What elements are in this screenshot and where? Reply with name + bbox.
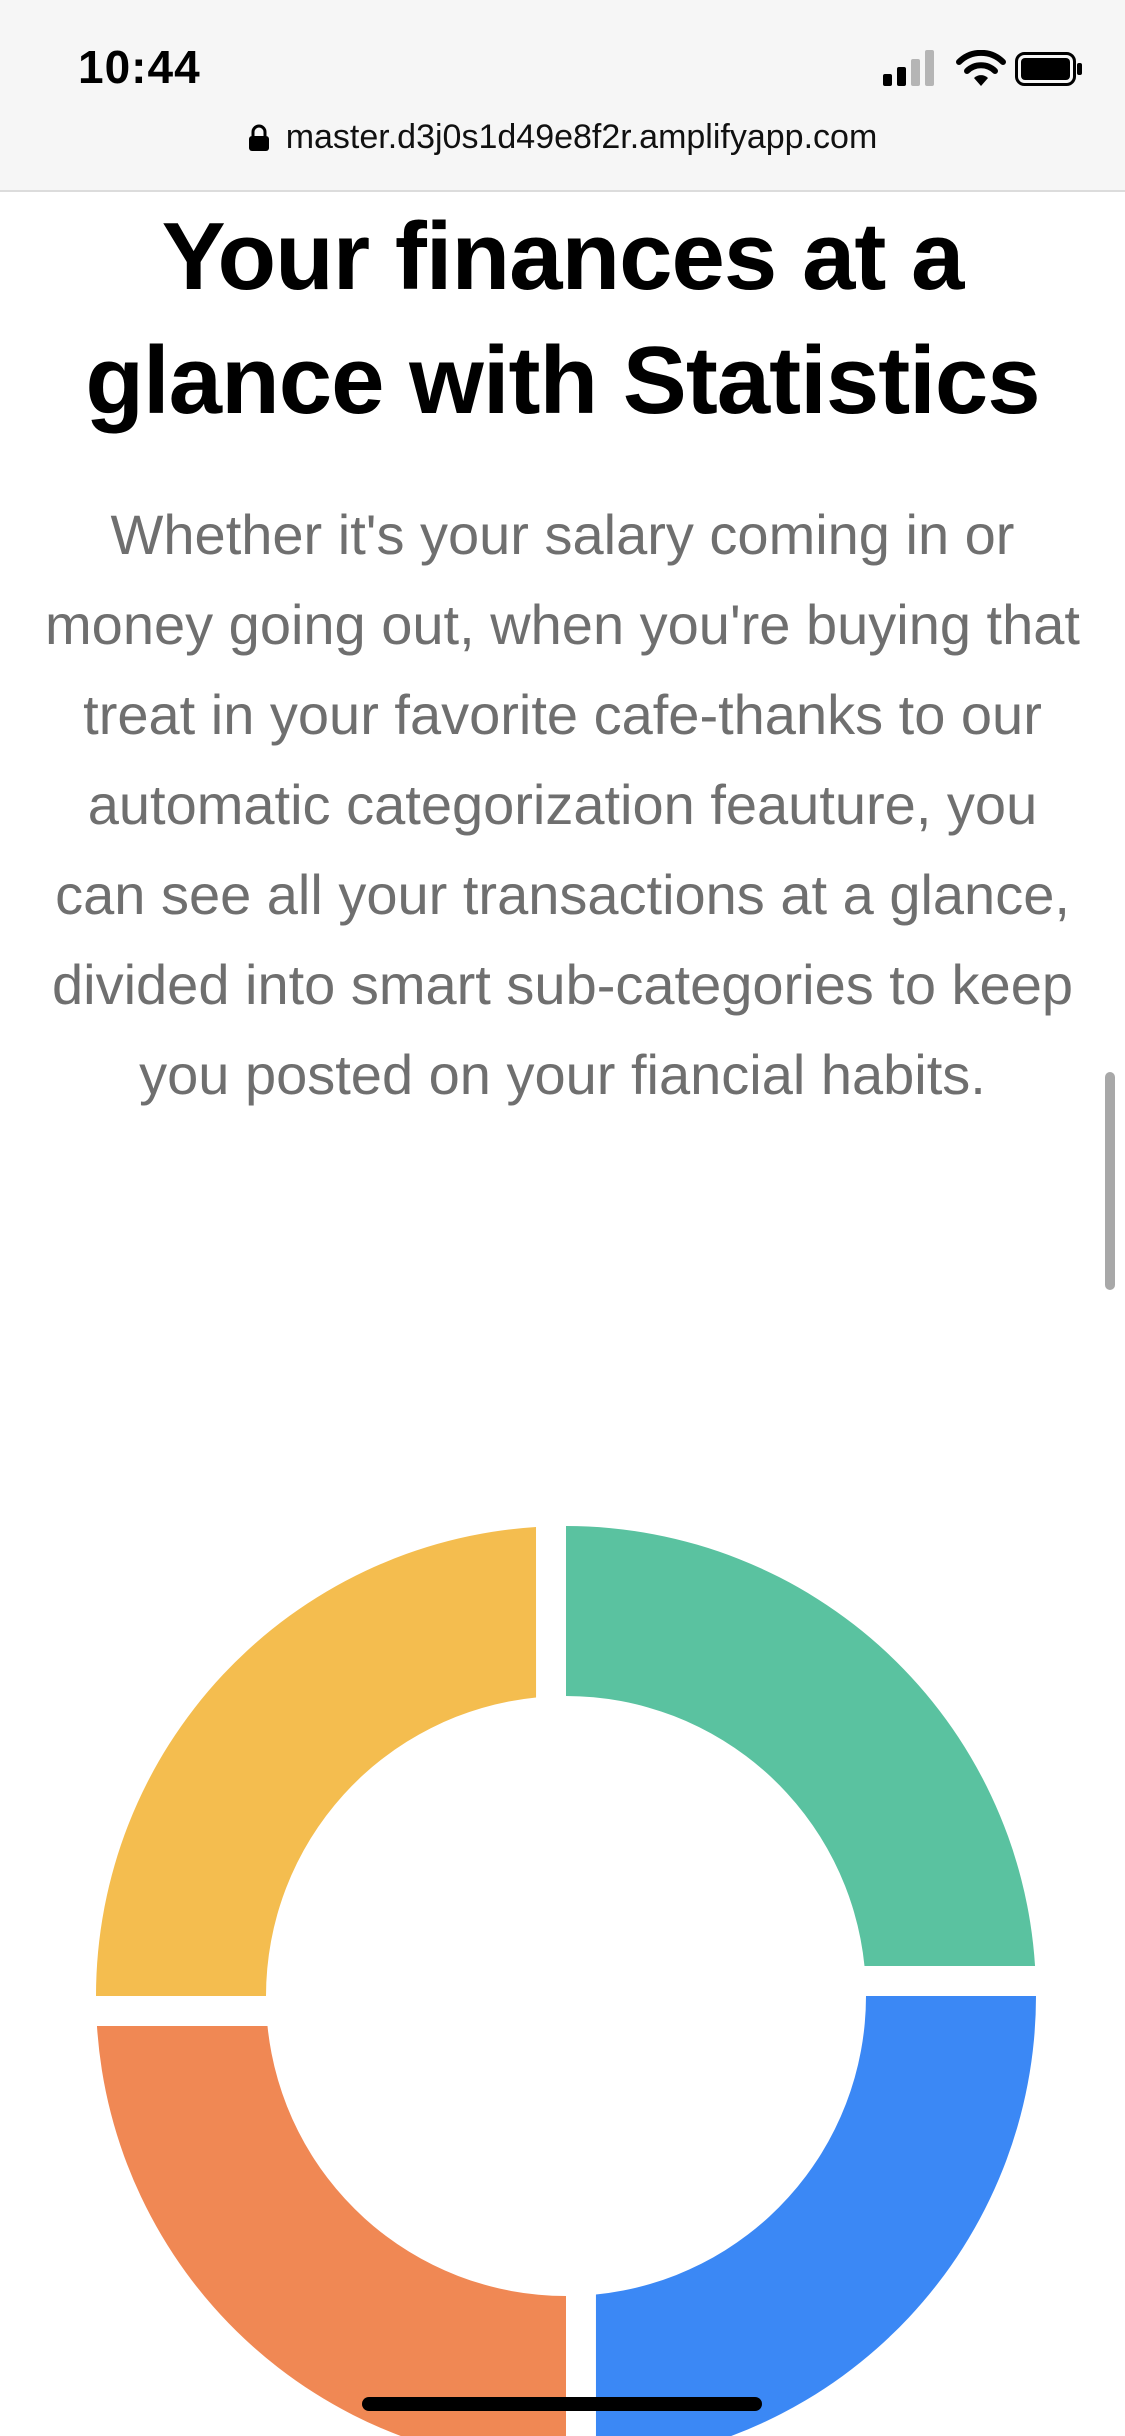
donut-chart xyxy=(96,1526,1036,2436)
chart-slice-2 xyxy=(96,2025,566,2436)
chart-slice-1 xyxy=(595,1996,1036,2436)
page-scrollbar[interactable] xyxy=(1105,1072,1115,1290)
wifi-icon xyxy=(956,50,1006,86)
chart-slice-3 xyxy=(96,1526,537,1996)
battery-icon xyxy=(1015,52,1082,86)
page-description: Whether it's your salary coming in or mo… xyxy=(45,503,1080,1106)
status-time: 10:44 xyxy=(78,41,201,93)
lock-icon xyxy=(248,124,269,151)
url-text: master.d3j0s1d49e8f2r.amplifyapp.com xyxy=(285,118,878,156)
page-headline: Your finances at a glance with Statistic… xyxy=(85,203,1040,434)
address-bar[interactable]: master.d3j0s1d49e8f2r.amplifyapp.com xyxy=(0,118,1125,157)
home-indicator[interactable] xyxy=(362,2397,762,2411)
browser-status-bar: 10:44 master.d3j0s1d49e8f2r.amplifyapp.c… xyxy=(0,0,1125,192)
signal-icon xyxy=(883,50,934,86)
chart-slice-4 xyxy=(566,1526,1036,1967)
